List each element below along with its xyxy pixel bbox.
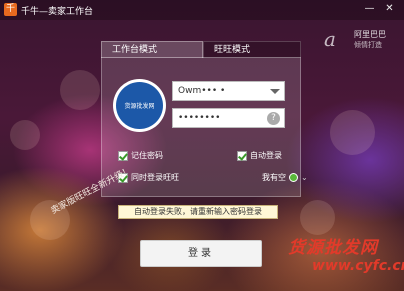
alibaba-logo-icon: a: [324, 27, 336, 51]
watermark-text: 货源批发网: [288, 238, 378, 258]
status-selector[interactable]: 我有空 ⌄: [262, 172, 308, 183]
error-message: 自动登录失败，请重新输入密码登录: [118, 205, 278, 219]
brand-slogan: 倾情打造: [354, 41, 382, 49]
auto-login-label: 自动登录: [250, 151, 282, 160]
auto-login-checkbox[interactable]: 自动登录: [237, 150, 282, 161]
password-value: ••••••••: [178, 113, 221, 123]
minimize-button[interactable]: —: [362, 2, 377, 16]
username-value: Owm••• •: [178, 86, 226, 96]
remember-password-checkbox[interactable]: 记住密码: [118, 150, 163, 161]
avatar-text: 货源批发网: [124, 103, 155, 110]
username-field[interactable]: Owm••• •: [172, 81, 285, 101]
brand-name: 阿里巴巴: [354, 30, 386, 39]
chevron-down-icon[interactable]: ⌄: [301, 173, 308, 182]
checkbox-checked-icon[interactable]: [237, 150, 247, 161]
status-label: 我有空: [262, 173, 286, 182]
login-button[interactable]: 登录: [140, 240, 262, 267]
watermark-url: www.cyfc.cn: [312, 258, 404, 274]
alibaba-brand: a 阿里巴巴 倾情打造: [324, 25, 394, 55]
close-button[interactable]: ✕: [382, 2, 397, 16]
tab-workbench-mode[interactable]: 工作台模式: [101, 41, 203, 58]
login-wangwang-label: 同时登录旺旺: [131, 173, 179, 182]
checkbox-checked-icon[interactable]: [118, 150, 128, 161]
qianniu-logo-icon: 千: [4, 3, 17, 16]
title-bar: 千 千牛—卖家工作台 — ✕: [0, 0, 404, 20]
avatar: 货源批发网: [113, 79, 166, 132]
password-field[interactable]: •••••••• ?: [172, 108, 285, 128]
help-icon[interactable]: ?: [267, 112, 280, 125]
tab-wangwang-mode[interactable]: 旺旺模式: [203, 41, 301, 58]
window-title: 千牛—卖家工作台: [21, 7, 94, 17]
online-status-icon: [289, 173, 298, 182]
remember-password-label: 记住密码: [131, 151, 163, 160]
chevron-down-icon[interactable]: [270, 89, 280, 94]
